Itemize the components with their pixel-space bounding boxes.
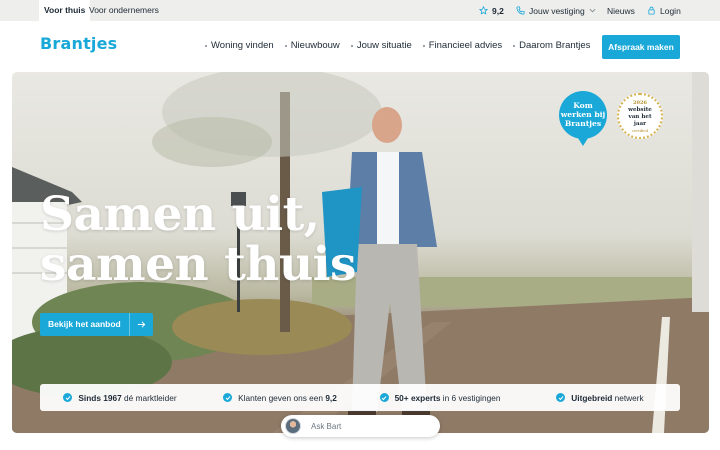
bullet-icon [284,44,287,47]
kom-werken-badge[interactable]: Kom werken bij Brantjes [559,91,607,146]
check-icon [379,393,389,402]
avatar [285,418,301,434]
brantjes-logo[interactable]: Brantjes [40,34,117,53]
phone-icon [516,6,525,15]
usp-rest: dé marktleider [121,392,177,403]
usp-bold: Uitgebreid [571,392,613,403]
usp-bold: Sinds 1967 [78,392,122,403]
website-van-het-jaar-badge: 2026 website van het jaar certified [617,93,663,139]
nav-item-woning-vinden[interactable]: Woning vinden [205,40,274,51]
ask-bart-chat[interactable]: Ask Bart [281,415,440,437]
usp-text: Uitgebreid netwerk [571,393,643,403]
check-icon [223,393,233,402]
usp-text: 50+ experts in 6 vestigingen [395,393,501,403]
award-line-3: jaar [633,121,647,127]
rating-value: 9,2 [492,5,504,16]
nav-label: Financieel advies [428,40,503,51]
chat-label: Ask Bart [311,421,342,431]
lock-icon [648,6,655,15]
nav-label: Woning vinden [211,40,274,51]
usp-item: 50+ experts in 6 vestigingen [360,384,520,411]
vestiging-selector[interactable]: Jouw vestiging [516,0,596,21]
nieuws-link[interactable]: Nieuws [607,0,635,21]
star-icon [479,6,488,15]
usp-rest: netwerk [612,392,644,403]
bekijk-aanbod-label: Bekijk het aanbod [48,319,121,329]
nav-item-daarom-brantjes[interactable]: Daarom Brantjes [513,40,590,51]
usp-bold: 9,2 [325,392,337,403]
usp-bold: 50+ experts [394,392,441,403]
login-label: Login [660,5,681,16]
arrow-right-icon [128,313,153,336]
login-link[interactable]: Login [647,0,681,21]
badge-work-line-1: Kom [573,101,593,110]
bullet-icon [350,44,353,47]
tab-voor-ondernemers[interactable]: Voor ondernemers [84,0,164,21]
usp-bar: Sinds 1967 dé marktleider Klanten geven … [40,384,680,411]
hero-banner: Samen uit, samen thuis Bekijk het aanbod… [12,72,709,433]
usp-text: Klanten geven ons een 9,2 [238,393,337,403]
main-nav: Woning vinden Nieuwbouw Jouw situatie Fi… [205,40,590,51]
usp-item: Sinds 1967 dé marktleider [40,384,200,411]
bullet-icon [205,44,207,47]
nav-label: Daarom Brantjes [519,40,591,51]
bullet-icon [422,44,425,47]
tab-voor-thuis[interactable]: Voor thuis [39,0,91,21]
bekijk-aanbod-button[interactable]: Bekijk het aanbod [40,313,153,336]
nav-item-financieel-advies[interactable]: Financieel advies [422,40,503,51]
check-icon [556,393,566,402]
check-icon [63,393,73,402]
afspraak-maken-button[interactable]: Afspraak maken [602,35,680,59]
usp-item: Uitgebreid netwerk [520,384,680,411]
nav-label: Nieuwbouw [290,40,340,51]
badge-work-line-2: werken bij [560,110,606,119]
usp-item: Klanten geven ons een 9,2 [200,384,360,411]
award-line-2: van het [628,114,652,120]
award-sub: certified [631,128,649,133]
nav-item-jouw-situatie[interactable]: Jouw situatie [350,40,412,51]
bullet-icon [513,44,516,47]
usp-pre: Klanten geven ons een [238,392,326,403]
hero-title: Samen uit, samen thuis [40,190,356,290]
rating-link[interactable]: 9,2 [479,0,504,21]
award-line-1: website [628,107,652,113]
badge-work-line-3: Brantjes [564,119,602,128]
award-year: 2026 [633,100,647,106]
main-header: Brantjes Woning vinden Nieuwbouw Jouw si… [0,21,720,72]
vestiging-label: Jouw vestiging [529,5,585,16]
nav-label: Jouw situatie [356,40,412,51]
nav-item-nieuwbouw[interactable]: Nieuwbouw [284,40,340,51]
chevron-down-icon [589,8,596,13]
utility-bar: Voor thuis Voor ondernemers 9,2 Jouw ves… [0,0,720,21]
usp-text: Sinds 1967 dé marktleider [78,393,176,403]
hero-title-line-2: samen thuis [40,237,356,292]
hero-title-line-1: Samen uit, [40,187,320,242]
usp-rest: in 6 vestigingen [440,392,501,403]
